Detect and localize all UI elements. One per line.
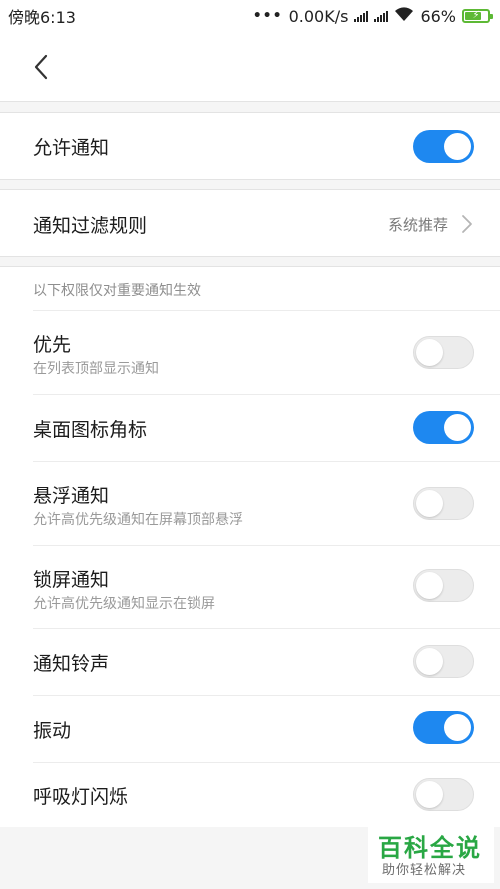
setting-label: 优先 [33, 334, 72, 356]
floating-toggle[interactable] [413, 487, 474, 520]
badge-toggle[interactable] [413, 411, 474, 444]
setting-priority[interactable]: 优先 在列表顶部显示通知 [0, 311, 500, 394]
watermark-subtitle: 助你轻松解决 [382, 863, 467, 878]
setting-ringtone[interactable]: 通知铃声 [0, 629, 500, 695]
setting-label: 锁屏通知 [33, 569, 110, 591]
signal-icon [354, 10, 369, 22]
allow-notifications-toggle[interactable] [413, 130, 474, 163]
setting-label: 呼吸灯闪烁 [33, 786, 129, 808]
status-icons: ••• 0.00K/s 66% ⚡ [252, 6, 493, 26]
allow-notifications-row[interactable]: 允许通知 [0, 113, 500, 179]
header [0, 32, 500, 102]
filter-rules-label: 通知过滤规则 [33, 215, 148, 237]
chevron-left-icon [34, 54, 48, 80]
setting-label: 振动 [33, 720, 72, 742]
filter-rules-value: 系统推荐 [387, 216, 448, 234]
priority-toggle[interactable] [413, 336, 474, 369]
ringtone-toggle[interactable] [413, 645, 474, 678]
setting-floating[interactable]: 悬浮通知 允许高优先级通知在屏幕顶部悬浮 [0, 462, 500, 545]
more-dots: ••• [252, 8, 283, 24]
setting-sub: 在列表顶部显示通知 [33, 361, 159, 377]
setting-vibrate[interactable]: 振动 [0, 696, 500, 762]
setting-label: 悬浮通知 [33, 485, 110, 507]
signal-icon [374, 10, 389, 22]
setting-sub: 允许高优先级通知显示在锁屏 [33, 596, 215, 612]
setting-lockscreen[interactable]: 锁屏通知 允许高优先级通知显示在锁屏 [0, 546, 500, 629]
battery-charging-icon: ⚡ [462, 9, 493, 23]
watermark-logo: 百科全说 助你轻松解决 [368, 826, 494, 883]
section-hint: 以下权限仅对重要通知生效 [33, 283, 201, 299]
setting-breathing-light[interactable]: 呼吸灯闪烁 [0, 763, 500, 827]
divider [0, 256, 500, 257]
setting-badge[interactable]: 桌面图标角标 [0, 395, 500, 461]
allow-notifications-label: 允许通知 [33, 137, 110, 159]
setting-label: 通知铃声 [33, 653, 110, 675]
vibrate-toggle[interactable] [413, 711, 474, 744]
lockscreen-toggle[interactable] [413, 569, 474, 602]
network-speed: 0.00K/s [288, 6, 349, 26]
wifi-icon [394, 6, 414, 26]
divider [0, 101, 500, 102]
important-settings-section: 以下权限仅对重要通知生效 优先 在列表顶部显示通知 桌面图标角标 悬浮通知 允许… [0, 267, 500, 827]
filter-rules-row[interactable]: 通知过滤规则 系统推荐 [0, 190, 500, 256]
status-bar: 傍晚6:13 ••• 0.00K/s 66% ⚡ [0, 0, 500, 32]
status-time: 傍晚6:13 [8, 8, 76, 27]
battery-percent: 66% [420, 6, 456, 26]
back-button[interactable] [24, 50, 58, 84]
divider [0, 179, 500, 180]
setting-label: 桌面图标角标 [33, 419, 148, 441]
chevron-right-icon [462, 215, 472, 233]
watermark-title: 百科全说 [378, 834, 482, 862]
setting-sub: 允许高优先级通知在屏幕顶部悬浮 [33, 512, 243, 528]
breathing-light-toggle[interactable] [413, 778, 474, 811]
